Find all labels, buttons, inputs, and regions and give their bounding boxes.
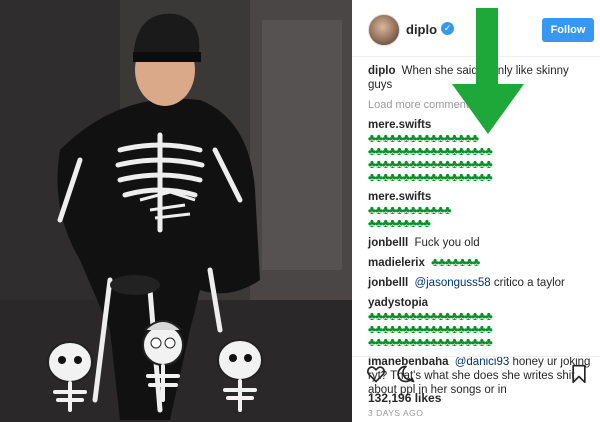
comment-item: jonbelll Fuck you old <box>368 236 594 250</box>
photo-illustration <box>0 0 352 422</box>
arrow-down-icon <box>452 8 524 134</box>
comment-username[interactable]: jonbelll <box>368 237 408 249</box>
comment-item: mere.swifts ♣♣♣♣♣♣♣♣♣♣♣♣ ♣♣♣♣♣♣♣♣♣ <box>368 190 594 230</box>
follow-button[interactable]: Follow <box>542 18 594 42</box>
comment-username[interactable]: mere.swifts <box>368 191 431 203</box>
action-bar <box>352 364 600 384</box>
comment-item: yadystopia ♣♣♣♣♣♣♣♣♣♣♣♣♣♣♣♣♣♣ ♣♣♣♣♣♣♣♣♣♣… <box>368 296 594 349</box>
emoji-text: ♣♣♣♣♣♣♣♣♣♣♣♣♣♣♣♣♣♣ <box>368 335 493 349</box>
comment-username[interactable]: mere.swifts <box>368 119 431 131</box>
likes-count[interactable]: 132,196 likes <box>368 391 441 405</box>
heart-icon[interactable] <box>366 364 386 384</box>
username[interactable]: diplo <box>406 22 437 37</box>
avatar[interactable] <box>368 14 400 46</box>
comment-username[interactable]: jonbelll <box>368 277 408 289</box>
post-photo[interactable] <box>0 0 352 422</box>
post-date[interactable]: 3 DAYS AGO <box>368 408 423 418</box>
comment-item: madielerix ♣♣♣♣♣♣♣ <box>368 256 594 270</box>
comment-text: critico a taylor <box>493 277 565 289</box>
actions-divider <box>352 356 600 357</box>
emoji-text: ♣♣♣♣♣♣♣ <box>431 255 480 269</box>
bookmark-icon[interactable] <box>570 364 588 384</box>
comment-username[interactable]: yadystopia <box>368 297 428 309</box>
comment-text: Fuck you old <box>414 237 480 249</box>
emoji-text: ♣♣♣♣♣♣♣♣♣ <box>368 216 431 230</box>
comment-mention[interactable]: @jasonguss58 <box>414 277 490 289</box>
caption-username[interactable]: diplo <box>368 65 395 77</box>
comment-item: jonbelll @jasonguss58 critico a taylor <box>368 276 594 290</box>
comment-icon[interactable] <box>396 364 416 384</box>
emoji-text: ♣♣♣♣♣♣♣♣♣♣♣♣♣♣♣♣♣♣ <box>368 170 493 184</box>
comment-username[interactable]: madielerix <box>368 257 425 269</box>
